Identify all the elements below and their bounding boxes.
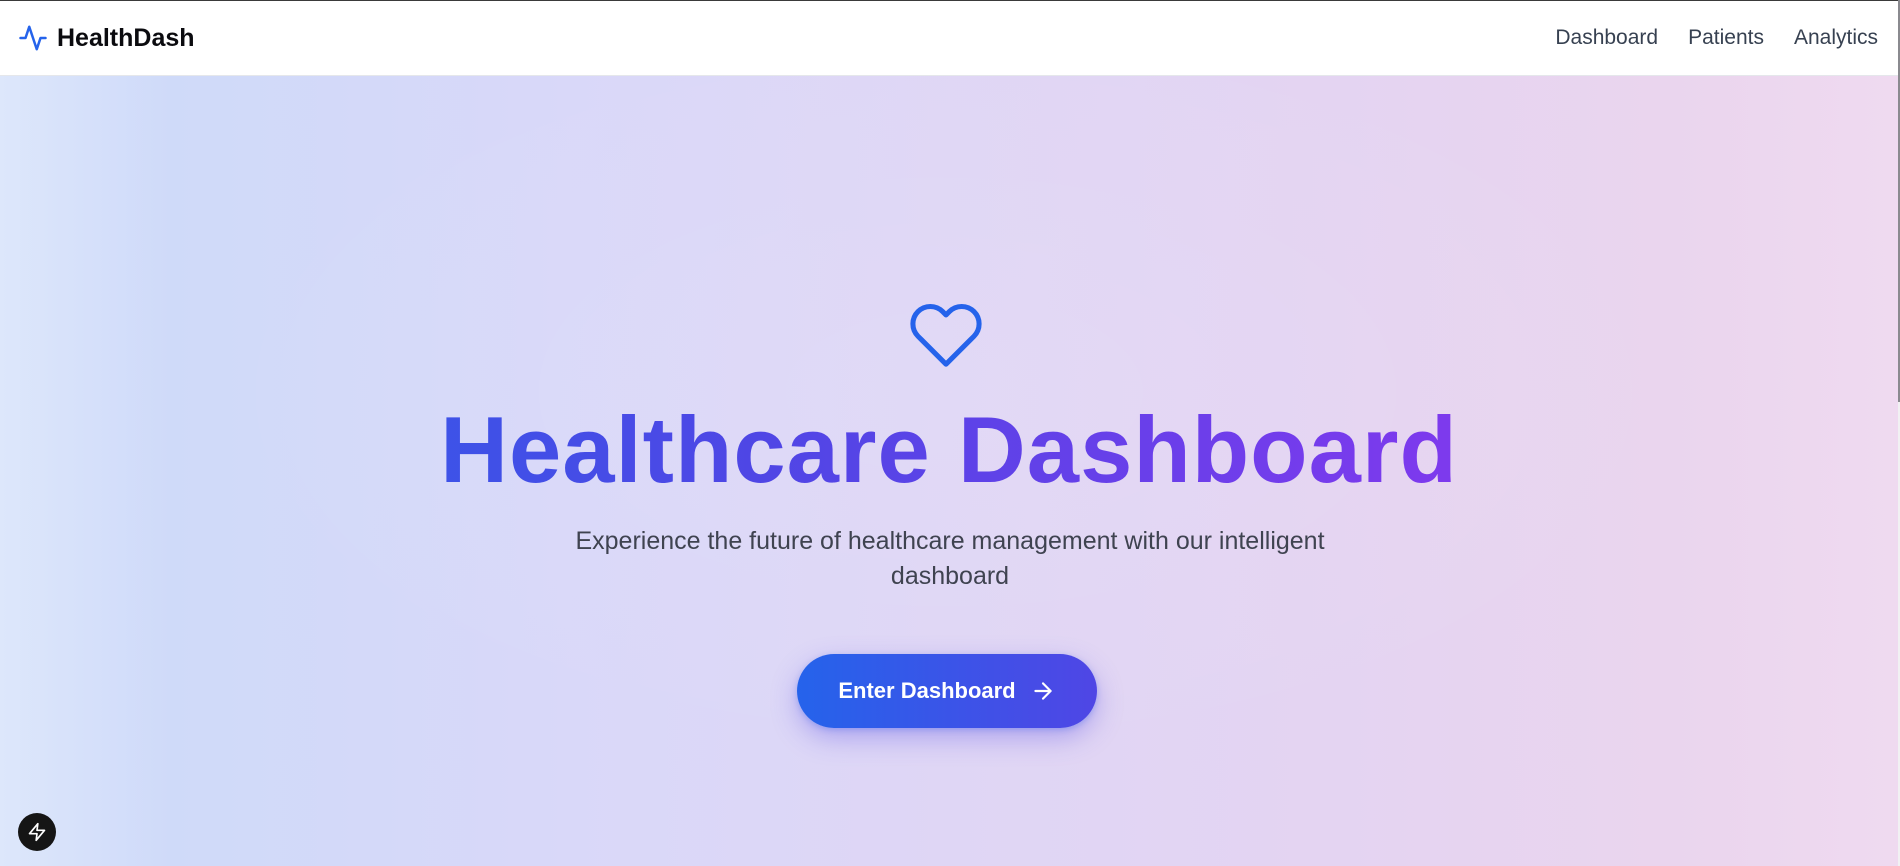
arrow-right-icon — [1033, 682, 1052, 700]
heart-icon — [910, 303, 982, 367]
enter-dashboard-button[interactable]: Enter Dashboard — [797, 654, 1097, 728]
brand[interactable]: HealthDash — [18, 23, 195, 53]
hero-section: Healthcare Dashboard Experience the futu… — [0, 76, 1898, 866]
nav-link-analytics[interactable]: Analytics — [1794, 26, 1878, 50]
hero-subtitle: Experience the future of healthcare mana… — [575, 527, 1325, 590]
dev-tools-button[interactable] — [18, 813, 56, 851]
nav-link-dashboard[interactable]: Dashboard — [1555, 26, 1658, 50]
enter-dashboard-label: Enter Dashboard — [838, 678, 1016, 703]
nav-link-patients[interactable]: Patients — [1688, 26, 1764, 50]
hero-title: Healthcare Dashboard — [0, 398, 1898, 502]
hero-content: Healthcare Dashboard Experience the futu… — [0, 76, 1898, 866]
top-navbar: HealthDash Dashboard Patients Analytics — [0, 0, 1898, 76]
lightning-bolt-icon — [28, 822, 46, 842]
brand-name: HealthDash — [57, 23, 195, 52]
main-nav: Dashboard Patients Analytics — [1555, 26, 1878, 50]
activity-pulse-icon — [19, 25, 47, 51]
